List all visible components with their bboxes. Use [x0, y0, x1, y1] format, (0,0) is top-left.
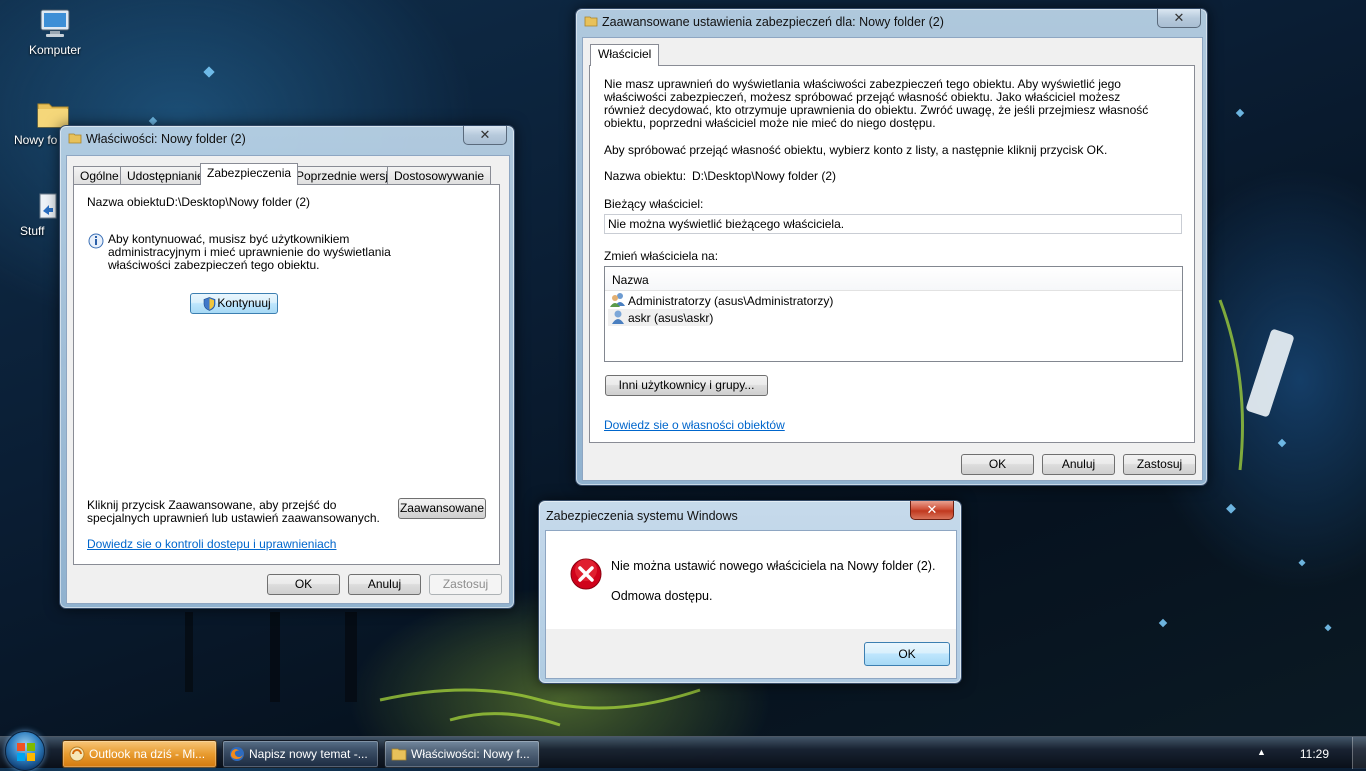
windows-logo-icon: [17, 743, 35, 761]
apply-button[interactable]: Zastosuj: [429, 574, 502, 595]
security-tab-panel: Nazwa obiektu: D:\Desktop\Nowy folder (2…: [73, 184, 500, 565]
firefox-icon: [230, 747, 244, 761]
close-button[interactable]: ✕: [1157, 9, 1201, 28]
access-control-help-link[interactable]: Dowiedz sie o kontroli dostepu i uprawni…: [87, 537, 336, 551]
owner-name: askr (asus\askr): [628, 311, 714, 325]
owner-candidates-list[interactable]: Nazwa Administratorzy (asus\Administrato…: [604, 266, 1183, 362]
continue-button-label: Kontynuuj: [217, 296, 271, 310]
tab-previous-versions[interactable]: Poprzednie wersje: [289, 166, 402, 185]
current-owner-value: Nie można wyświetlić bieżącego właścicie…: [608, 217, 845, 231]
computer-icon: [40, 9, 70, 37]
desktop-icon-new-folder[interactable]: Nowy fo: [14, 98, 69, 147]
tab-sharing[interactable]: Udostępnianie: [120, 166, 211, 185]
apply-button[interactable]: Zastosuj: [1123, 454, 1196, 475]
window-title: Zabezpieczenia systemu Windows: [546, 509, 738, 523]
continue-button[interactable]: Kontynuuj: [190, 293, 278, 314]
dialog-message-area: [546, 531, 956, 629]
advanced-security-window: Zaawansowane ustawienia zabezpieczeń dla…: [575, 8, 1208, 486]
taskbar-item-firefox[interactable]: Napisz nowy temat -...: [222, 740, 379, 768]
list-item[interactable]: askr (asus\askr): [608, 309, 714, 326]
take-ownership-instruction: Aby spróbować przejąć własność obiektu, …: [604, 143, 1108, 157]
object-name-label: Nazwa obiektu:: [604, 169, 687, 183]
advanced-button[interactable]: Zaawansowane: [398, 498, 486, 519]
tab-security[interactable]: Zabezpieczenia: [200, 163, 299, 185]
no-permission-message: Nie masz uprawnień do wyświetlania właśc…: [604, 77, 1149, 130]
uac-shield-icon: [203, 297, 216, 311]
cancel-button[interactable]: Anuluj: [1042, 454, 1115, 475]
desktop-icon-label: Komputer: [28, 43, 82, 57]
error-message: Nie można ustawić nowego właściciela na …: [611, 559, 936, 573]
taskbar-item-properties[interactable]: Właściwości: Nowy f...: [384, 740, 540, 768]
window-title: Właściwości: Nowy folder (2): [86, 132, 246, 146]
close-button[interactable]: ✕: [463, 126, 507, 145]
error-icon: [570, 558, 602, 590]
info-shield-icon: [88, 233, 104, 249]
column-header-name: Nazwa: [612, 273, 649, 287]
properties-window: Właściwości: Nowy folder (2) ✕ Ogólne Ud…: [59, 125, 515, 609]
show-hidden-icons-arrow[interactable]: ▲: [1257, 747, 1266, 757]
ok-button[interactable]: OK: [864, 642, 950, 666]
close-button[interactable]: ✕: [910, 501, 954, 520]
dialog-body: Nie można ustawić nowego właściciela na …: [545, 530, 957, 679]
ok-button[interactable]: OK: [267, 574, 340, 595]
object-name-value: D:\Desktop\Nowy folder (2): [692, 169, 837, 183]
tab-owner[interactable]: Właściciel: [590, 44, 660, 66]
folder-icon: [68, 133, 82, 144]
user-icon: [612, 310, 624, 324]
change-owner-label: Zmień właściciela na:: [604, 249, 719, 263]
ownership-help-link[interactable]: Dowiedz sie o własności obiektów: [604, 418, 785, 432]
desktop-icon-stuff[interactable]: Stuff: [20, 193, 60, 238]
folder-icon: [584, 16, 598, 27]
desktop-icon-label: Nowy fo: [14, 133, 58, 147]
current-owner-label: Bieżący właściciel:: [604, 197, 704, 211]
group-users-icon: [610, 293, 625, 307]
list-item[interactable]: Administratorzy (asus\Administratorzy): [608, 292, 833, 309]
show-desktop-button[interactable]: [1352, 737, 1366, 769]
object-name-value: D:\Desktop\Nowy folder (2): [166, 195, 311, 209]
tab-general[interactable]: Ogólne: [73, 166, 126, 185]
admin-info-text: Aby kontynuować, musisz być użytkownikie…: [108, 232, 391, 272]
start-button[interactable]: [5, 731, 45, 771]
cancel-button[interactable]: Anuluj: [348, 574, 421, 595]
error-detail: Odmowa dostępu.: [611, 589, 713, 603]
ok-button[interactable]: OK: [961, 454, 1034, 475]
desktop-icon-label: Stuff: [20, 224, 45, 238]
taskbar-item-label: Outlook na dziś - Mi...: [89, 747, 206, 761]
folder-icon: [391, 748, 407, 761]
other-users-groups-button[interactable]: Inni użytkownicy i grupy...: [605, 375, 768, 396]
taskbar-item-label: Właściwości: Nowy f...: [411, 747, 530, 761]
taskbar-item-label: Napisz nowy temat -...: [249, 747, 368, 761]
taskbar: Outlook na dziś - Mi... Napisz nowy tema…: [0, 731, 1366, 771]
desktop-icon-computer[interactable]: Komputer: [20, 8, 90, 57]
taskbar-clock[interactable]: 11:29: [1300, 747, 1329, 761]
taskbar-item-outlook[interactable]: Outlook na dziś - Mi...: [62, 740, 217, 768]
advanced-info-text: Kliknij przycisk Zaawansowane, aby przej…: [87, 498, 380, 525]
security-error-dialog: Zabezpieczenia systemu Windows ✕ Nie moż…: [538, 500, 962, 684]
shortcut-icon: [39, 193, 57, 219]
owner-name: Administratorzy (asus\Administratorzy): [628, 294, 834, 308]
window-body: Właściciel Nie masz uprawnień do wyświet…: [582, 37, 1203, 481]
tab-customize[interactable]: Dostosowywanie: [387, 166, 492, 185]
outlook-icon: [69, 746, 85, 762]
window-body: Ogólne Udostępnianie Zabezpieczenia Popr…: [66, 155, 510, 604]
list-column-header[interactable]: Nazwa: [605, 267, 1182, 291]
current-owner-field: Nie można wyświetlić bieżącego właścicie…: [604, 214, 1182, 234]
owner-tab-panel: Nie masz uprawnień do wyświetlania właśc…: [589, 65, 1195, 443]
object-name-label: Nazwa obiektu:: [87, 195, 170, 209]
window-title: Zaawansowane ustawienia zabezpieczeń dla…: [602, 15, 944, 29]
